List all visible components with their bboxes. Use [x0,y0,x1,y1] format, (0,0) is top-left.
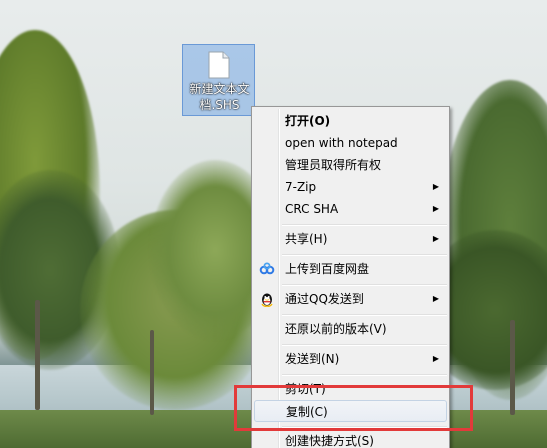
menu-item-send-via-qq[interactable]: 通过QQ发送到 ▶ [254,288,447,310]
menu-item-open-with-notepad[interactable]: open with notepad [254,132,447,154]
submenu-arrow-icon: ▶ [432,234,439,243]
menu-item-7zip[interactable]: 7-Zip ▶ [254,176,447,198]
menu-item-label: 7-Zip [285,180,317,194]
menu-separator [282,254,447,256]
menu-separator [282,284,447,286]
wallpaper-tree-left [0,30,100,360]
submenu-arrow-icon: ▶ [432,182,439,191]
menu-item-label: 还原以前的版本(V) [285,322,387,336]
menu-item-label: 复制(C) [286,405,328,419]
menu-item-share[interactable]: 共享(H) ▶ [254,228,447,250]
desktop: 新建文本文档.SHS 打开(O) open with notepad 管理员取得… [0,0,547,448]
menu-item-restore-previous-versions[interactable]: 还原以前的版本(V) [254,318,447,340]
menu-item-copy[interactable]: 复制(C) [254,400,447,422]
menu-separator [282,374,447,376]
text-document-icon [208,51,230,79]
menu-separator [282,426,447,428]
wallpaper-tree-right [440,80,547,400]
wallpaper-trunk-center [150,330,154,415]
menu-item-upload-baidu[interactable]: 上传到百度网盘 [254,258,447,280]
menu-item-take-ownership[interactable]: 管理员取得所有权 [254,154,447,176]
menu-item-label: 通过QQ发送到 [285,292,364,306]
menu-item-label: CRC SHA [285,202,339,216]
menu-item-label: 共享(H) [285,232,328,246]
menu-item-label: 上传到百度网盘 [285,262,370,276]
submenu-arrow-icon: ▶ [432,354,439,363]
menu-separator [282,314,447,316]
context-menu: 打开(O) open with notepad 管理员取得所有权 7-Zip ▶… [251,106,450,448]
menu-item-crc-sha[interactable]: CRC SHA ▶ [254,198,447,220]
desktop-file-icon[interactable]: 新建文本文档.SHS [182,44,255,116]
menu-item-label: 管理员取得所有权 [285,158,382,172]
wallpaper-trunk-right [510,320,515,415]
menu-item-cut[interactable]: 剪切(T) [254,378,447,400]
menu-separator [282,344,447,346]
wallpaper-trunk-left [35,300,40,410]
menu-item-label: 打开(O) [285,114,331,128]
menu-item-label: open with notepad [285,136,398,150]
submenu-arrow-icon: ▶ [432,204,439,213]
baidu-netdisk-icon [259,262,275,275]
wallpaper-tree-left-low [0,170,120,370]
menu-item-create-shortcut[interactable]: 创建快捷方式(S) [254,430,447,448]
qq-penguin-icon [261,293,273,307]
submenu-arrow-icon: ▶ [432,294,439,303]
menu-item-open[interactable]: 打开(O) [254,110,447,132]
menu-item-label: 剪切(T) [285,382,326,396]
menu-item-label: 发送到(N) [285,352,340,366]
menu-item-label: 创建快捷方式(S) [285,434,374,448]
desktop-file-label: 新建文本文档.SHS [189,82,250,112]
wallpaper-tree-center [80,210,270,410]
menu-separator [282,224,447,226]
menu-item-send-to[interactable]: 发送到(N) ▶ [254,348,447,370]
